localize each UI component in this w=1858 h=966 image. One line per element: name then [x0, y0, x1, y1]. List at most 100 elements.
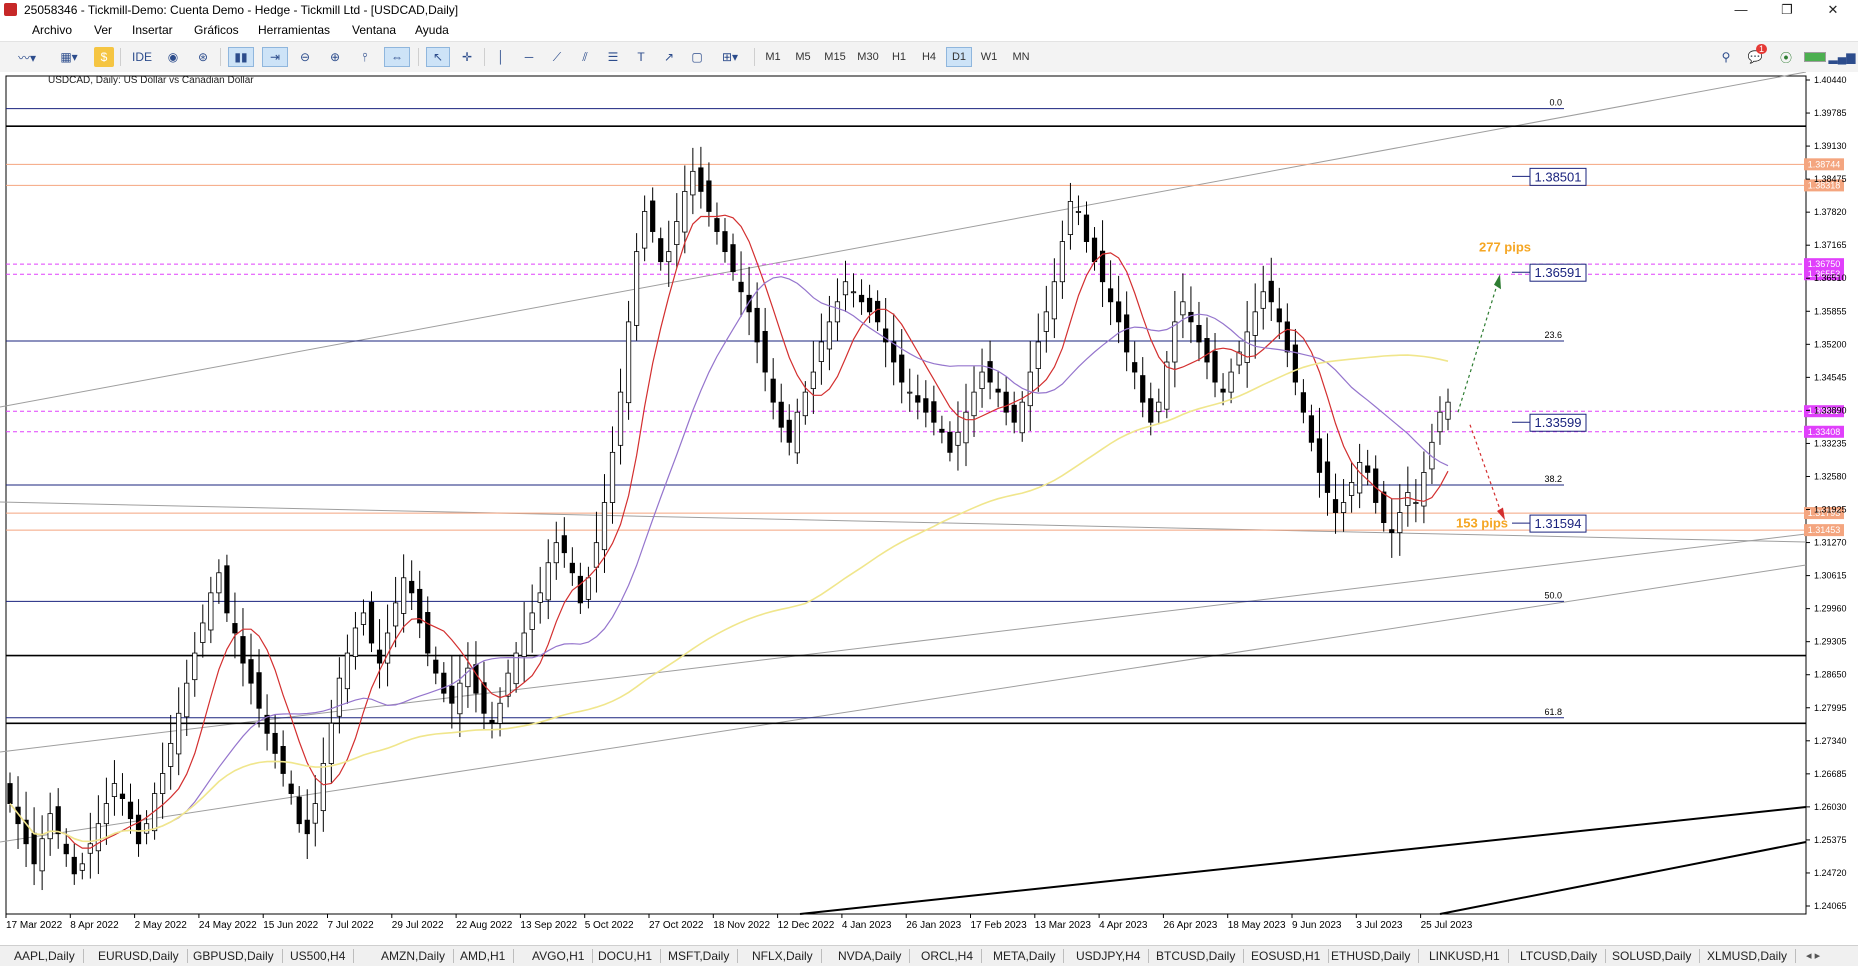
trendline-icon[interactable]: ⟋: [546, 47, 568, 67]
notifications-icon[interactable]: 💬 1: [1744, 44, 1768, 67]
restore-button[interactable]: ❐: [1764, 0, 1810, 20]
horizontal-line-icon[interactable]: ─: [518, 47, 540, 67]
search-icon[interactable]: ⚲: [1716, 47, 1736, 67]
cursor-icon[interactable]: ↖: [426, 47, 450, 67]
price-tag-label: 1.36750: [1808, 259, 1841, 269]
candle-body: [1381, 491, 1387, 523]
symbol-tab[interactable]: LTCUSD,Daily: [1512, 949, 1607, 963]
x-axis-label: 9 Jun 2023: [1292, 920, 1342, 931]
tf-d1[interactable]: D1: [946, 47, 972, 67]
x-axis-label: 15 Jun 2022: [263, 920, 318, 931]
account-signal-icon[interactable]: ▂▄▆: [1829, 47, 1856, 67]
candle-body: [1148, 398, 1154, 423]
chart-shift-icon[interactable]: ⇔: [384, 47, 410, 67]
ide-button[interactable]: IDE: [128, 47, 156, 67]
symbol-tab[interactable]: NFLX,Daily: [744, 949, 822, 963]
candle-body: [858, 294, 865, 303]
symbol-tab[interactable]: NVDA,Daily: [830, 949, 911, 963]
y-axis-label: 1.37820: [1814, 207, 1847, 217]
fib-level-label: 0.0: [1549, 98, 1562, 108]
signal-strength-icon[interactable]: ⦿: [1776, 47, 1796, 67]
candle-body: [184, 682, 190, 718]
trade-icon[interactable]: $: [94, 47, 114, 67]
tf-w1[interactable]: W1: [976, 47, 1002, 67]
vertical-line-icon[interactable]: │: [490, 47, 512, 67]
symbol-tab[interactable]: XLMUSD,Daily: [1699, 949, 1797, 963]
menu-ver[interactable]: Ver: [94, 23, 112, 37]
autoscroll-icon[interactable]: ⇥: [262, 47, 288, 67]
tf-m15[interactable]: M15: [820, 47, 850, 67]
symbol-tab[interactable]: EOSUSD,H1: [1243, 949, 1330, 963]
price-box-label: 1.36591: [1535, 265, 1582, 280]
chart-type-icon[interactable]: 〰▾: [10, 47, 44, 67]
zoom-out-icon[interactable]: ⊖: [294, 47, 316, 67]
candle-body: [296, 796, 302, 825]
indicators-icon[interactable]: ⫯: [354, 47, 376, 67]
chart-svg[interactable]: 0.023.638.250.061.81.387441.383181.36750…: [0, 71, 1858, 946]
y-axis-label: 1.24065: [1814, 901, 1847, 911]
minimize-button[interactable]: —: [1718, 0, 1764, 20]
candle-body: [1156, 401, 1162, 413]
candle-body: [1059, 241, 1066, 283]
symbol-tab[interactable]: USDJPY,H4: [1068, 949, 1150, 963]
symbol-tab[interactable]: EURUSD,Daily: [90, 949, 188, 963]
channel-icon[interactable]: ⫽: [574, 47, 596, 67]
candle-body: [208, 592, 214, 631]
menu-herramientas[interactable]: Herramientas: [258, 23, 330, 37]
candle-body: [915, 395, 921, 403]
candles-icon[interactable]: ▮▮: [228, 47, 254, 67]
signals-icon[interactable]: ◉: [162, 47, 184, 67]
tf-h4[interactable]: H4: [916, 47, 942, 67]
candle-body: [770, 378, 776, 403]
symbol-tab[interactable]: AMD,H1: [452, 949, 515, 963]
arrow-icon[interactable]: ↗: [658, 47, 680, 67]
y-axis-label: 1.40440: [1814, 75, 1847, 85]
tf-m30[interactable]: M30: [853, 47, 883, 67]
symbol-tab[interactable]: AMZN,Daily: [373, 949, 455, 963]
menu-archivo[interactable]: Archivo: [32, 23, 72, 37]
candle-body: [666, 251, 672, 263]
x-axis-label: 4 Jan 2023: [842, 920, 892, 931]
symbol-tab[interactable]: ETHUSD,Daily: [1323, 949, 1420, 963]
tf-m5[interactable]: M5: [790, 47, 816, 67]
candle-body: [561, 535, 567, 554]
objects-menu-icon[interactable]: ⊞▾: [714, 47, 746, 67]
tf-m1[interactable]: M1: [760, 47, 786, 67]
candle-body: [593, 542, 600, 568]
menu-graficos[interactable]: Gráficos: [194, 23, 239, 37]
market-icon[interactable]: ⊛: [192, 47, 214, 67]
candle-body: [1348, 482, 1355, 496]
chart-area[interactable]: 0.0 23.6 38.2 50.0 61.8 1.38744 1.38318 1.36750…: [0, 71, 1858, 946]
text-icon[interactable]: T: [630, 47, 652, 67]
close-button[interactable]: ✕: [1810, 0, 1856, 20]
symbol-tab[interactable]: LINKUSD,H1: [1421, 949, 1509, 963]
symbol-tab[interactable]: META,Daily: [985, 949, 1065, 963]
menu-ayuda[interactable]: Ayuda: [415, 23, 449, 37]
menu-ventana[interactable]: Ventana: [352, 23, 396, 37]
y-axis-label: 1.37165: [1814, 240, 1847, 250]
fibonacci-icon[interactable]: ☰: [602, 47, 624, 67]
symbol-tab[interactable]: DOCU,H1: [590, 949, 662, 963]
zoom-in-icon[interactable]: ⊕: [324, 47, 346, 67]
chart-templates-icon[interactable]: ▦▾: [52, 47, 86, 67]
price-box-label: 1.38501: [1535, 169, 1582, 184]
menu-insertar[interactable]: Insertar: [132, 23, 173, 37]
candle-body: [1437, 411, 1443, 433]
candle-body: [658, 238, 664, 263]
crosshair-icon[interactable]: ✛: [456, 47, 478, 67]
symbol-tab[interactable]: US500,H4: [282, 949, 355, 963]
symbol-tab[interactable]: BTCUSD,Daily: [1148, 949, 1245, 963]
symbol-tab[interactable]: AAPL,Daily: [6, 949, 84, 963]
symbol-tab[interactable]: ORCL,H4: [913, 949, 983, 963]
tf-mn[interactable]: MN: [1006, 47, 1036, 67]
tab-scroll-arrows-icon[interactable]: ◂ ▸: [1806, 949, 1820, 962]
symbol-tab[interactable]: AVGO,H1: [524, 949, 594, 963]
symbol-tab[interactable]: MSFT,Daily: [660, 949, 739, 963]
candle-body: [601, 502, 608, 551]
symbol-tab[interactable]: SOLUSD,Daily: [1604, 949, 1701, 963]
tf-h1[interactable]: H1: [886, 47, 912, 67]
shapes-icon[interactable]: ▢: [686, 47, 708, 67]
symbol-tab[interactable]: GBPUSD,Daily: [185, 949, 283, 963]
candle-body: [103, 803, 110, 825]
candle-body: [457, 682, 463, 715]
